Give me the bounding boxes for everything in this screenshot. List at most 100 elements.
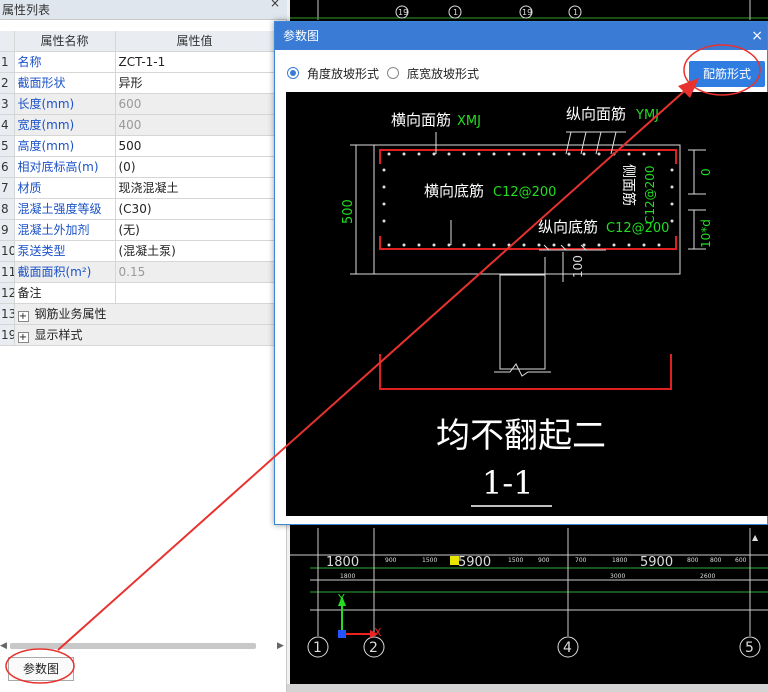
dialog-close-button[interactable]: × [751,22,763,50]
dimension-label: 5900 [640,555,673,570]
top-tag: 1 [573,8,578,17]
parameter-diagram-button[interactable]: 参数图 [8,657,74,681]
label-top-horizontal: 横向面筋 [391,111,451,129]
radio-angle-slope-label[interactable]: 角度放坡形式 [307,65,379,82]
table-row[interactable]: 8 混凝土强度等级 (C30) [0,198,275,220]
row-number: 13 [0,303,15,325]
group-label: 显示样式 [34,328,83,342]
expand-icon[interactable]: + [17,311,29,322]
property-value[interactable]: ZCT-1-1 [115,51,275,73]
scroll-right-arrow-icon[interactable]: ▶ [277,641,284,651]
property-name: 宽度(mm) [14,114,116,136]
group-rebar-properties[interactable]: + 钢筋业务属性 [14,303,275,325]
property-name: 材质 [14,177,116,199]
dimension-zero: 0 [699,168,713,176]
scroll-left-arrow-icon[interactable]: ◀ [0,641,7,651]
label-top-longitudinal: 纵向面筋 [566,105,626,123]
table-row[interactable]: 10 泵送类型 (混凝土泵) [0,240,275,262]
radio-width-slope-label[interactable]: 底宽放坡形式 [407,65,479,82]
dimension-height: 500 [341,199,356,224]
property-value[interactable]: 现浇混凝土 [115,177,275,199]
property-name: 备注 [14,282,116,304]
axis-label: 5 [745,640,754,656]
table-row[interactable]: 7 材质 现浇混凝土 [0,177,275,199]
row-number: 9 [0,219,15,241]
section-diagram: 横向面筋 XMJ 纵向面筋 YMJ 横向底筋 C12@200 纵向底筋 C12@… [286,92,768,516]
table-row-group[interactable]: 19 + 显示样式 [0,324,275,346]
header-value[interactable]: 属性值 [115,31,275,52]
dimension-label: 5900 [458,555,491,570]
panel-close-button[interactable]: × [268,0,282,11]
table-row[interactable]: 6 相对底标高(m) (0) [0,156,275,178]
table-row[interactable]: 9 混凝土外加剂 (无) [0,219,275,241]
row-number: 4 [0,114,15,136]
property-name: 高度(mm) [14,135,116,157]
row-number: 11 [0,261,15,283]
dimension-label: 700 [575,557,587,564]
axis-label: 4 [563,640,572,656]
dimension-label: 1800 [326,555,359,570]
table-row[interactable]: 11 截面面积(m²) 0.15 [0,261,275,283]
table-row[interactable]: 1 名称 ZCT-1-1 [0,51,275,73]
property-name: 截面面积(m²) [14,261,116,283]
section-label: 1-1 [482,464,534,502]
section-drawing: 横向面筋 XMJ 纵向面筋 YMJ 横向底筋 C12@200 纵向底筋 C12@… [341,105,713,507]
table-row[interactable]: 12 备注 [0,282,275,304]
property-panel: 属性列表 × 属性名称 属性值 1 名称 ZCT-1-1 2 截面形状 异形 3… [0,0,287,692]
property-value[interactable]: (混凝土泵) [115,240,275,262]
property-value: 400 [115,114,275,136]
app-window: 属性列表 × 属性名称 属性值 1 名称 ZCT-1-1 2 截面形状 异形 3… [0,0,768,692]
cad-status-strip [287,684,768,692]
rebar-config-button[interactable]: 配筋形式 [689,61,765,87]
dialog-title: 参数图 [283,29,320,43]
label-top-horizontal-code: XMJ [457,114,481,129]
radio-width-slope[interactable] [387,67,400,79]
property-name: 泵送类型 [14,240,116,262]
property-name: 混凝土外加剂 [14,219,116,241]
row-number: 12 [0,282,15,304]
property-value[interactable]: (C30) [115,198,275,220]
table-row-group[interactable]: 13 + 钢筋业务属性 [0,303,275,325]
label-bottom-horizontal-code: C12@200 [493,185,556,200]
top-tag: 19 [522,8,532,17]
dimension-label: 1500 [508,557,523,564]
top-tag: 19 [398,8,408,17]
property-value[interactable]: (无) [115,219,275,241]
table-header: 属性名称 属性值 [0,31,275,52]
property-name: 名称 [14,51,116,73]
dimension-label: 800 [687,557,699,564]
axis-label: 2 [369,640,378,656]
dimension-100: 100 [571,255,585,278]
table-row[interactable]: 5 高度(mm) 500 [0,135,275,157]
dimension-10d: 10*d [699,219,713,248]
table-row[interactable]: 4 宽度(mm) 400 [0,114,275,136]
parameter-diagram-dialog: 参数图 × 角度放坡形式 底宽放坡形式 配筋形式 横向面筋 XMJ 纵向面筋 Y… [274,21,768,525]
row-number: 19 [0,324,15,346]
dimension-label: 600 [735,557,747,564]
table-row[interactable]: 3 长度(mm) 600 [0,93,275,115]
row-number: 2 [0,72,15,94]
property-value[interactable]: 异形 [115,72,275,94]
header-name[interactable]: 属性名称 [14,31,116,52]
panel-title: 属性列表 [0,0,287,20]
group-display-style[interactable]: + 显示样式 [14,324,275,346]
radio-angle-slope[interactable] [287,67,299,79]
top-tag: 1 [453,8,458,17]
row-number: 5 [0,135,15,157]
property-table: 属性名称 属性值 1 名称 ZCT-1-1 2 截面形状 异形 3 长度(mm)… [0,31,275,346]
row-number: 10 [0,240,15,262]
property-value[interactable]: (0) [115,156,275,178]
table-row[interactable]: 2 截面形状 异形 [0,72,275,94]
property-name: 相对底标高(m) [14,156,116,178]
slope-type-radio-group: 角度放坡形式 底宽放坡形式 [287,64,487,82]
horizontal-scrollbar-thumb[interactable] [10,643,256,649]
property-value: 600 [115,93,275,115]
row-number: 7 [0,177,15,199]
property-value[interactable]: 500 [115,135,275,157]
header-index [0,31,15,52]
dimension-label: 1500 [422,557,437,564]
dimension-label: 1800 [612,557,627,564]
axis-label: 1 [313,640,322,656]
property-value[interactable] [115,282,275,304]
expand-icon[interactable]: + [17,332,29,343]
